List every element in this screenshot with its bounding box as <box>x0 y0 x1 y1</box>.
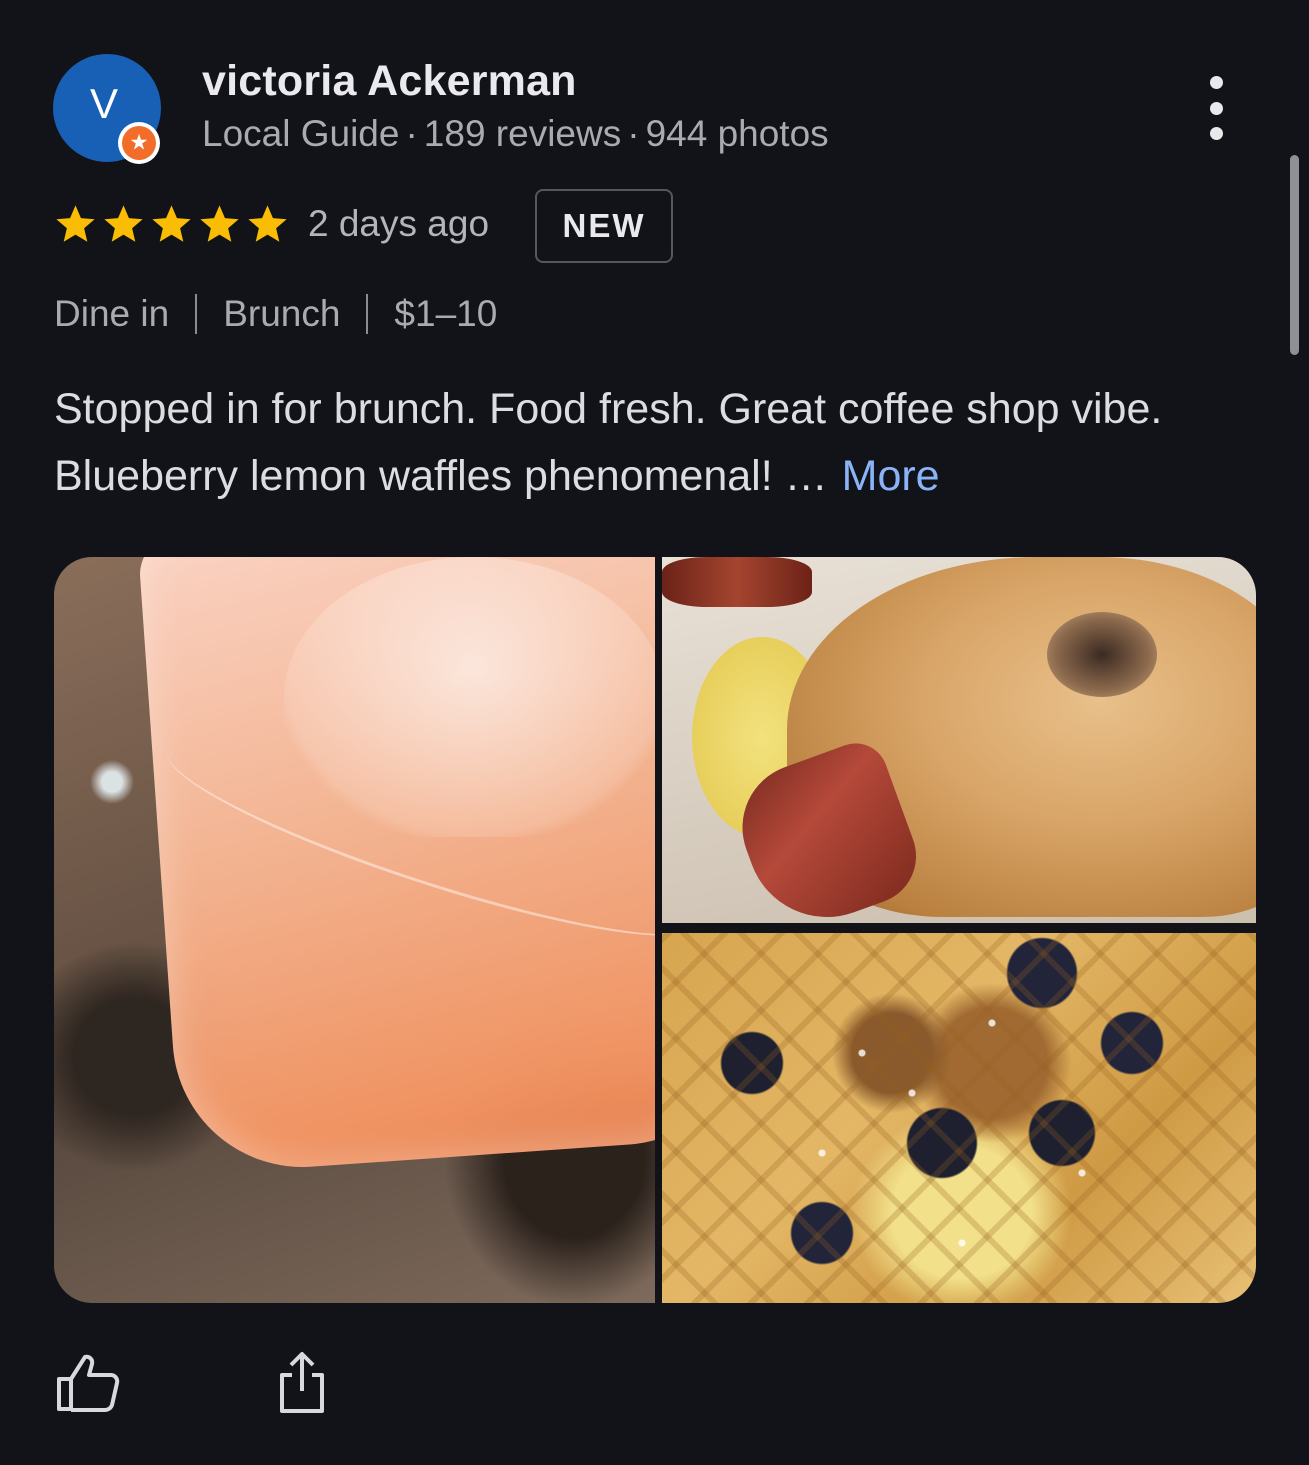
scrollbar[interactable] <box>1290 155 1299 355</box>
local-guide-badge-icon <box>118 122 160 164</box>
star-icon <box>152 205 191 242</box>
review-text-block: Stopped in for brunch. Food fresh. Great… <box>54 376 1234 510</box>
review-time: 2 days ago <box>308 203 490 244</box>
reviewer-review-count: 189 reviews <box>423 113 622 154</box>
powdered-sugar <box>662 933 1256 1303</box>
star-icon <box>104 205 143 242</box>
star-icon <box>248 205 287 242</box>
reviewer-meta: Local Guide · 189 reviews · 944 photos <box>202 113 829 155</box>
review-tags: Dine in Brunch $1–10 <box>54 293 497 335</box>
more-link[interactable]: More <box>842 452 940 500</box>
reviewer-name[interactable]: victoria Ackerman <box>202 57 577 106</box>
meta-separator: · <box>405 113 418 154</box>
thumbs-up-icon <box>57 1354 120 1412</box>
tag-price: $1–10 <box>394 293 498 334</box>
photo-divider <box>655 557 662 1303</box>
tag-divider <box>366 294 369 334</box>
star-icon <box>200 205 239 242</box>
photo-drink[interactable] <box>54 557 655 1303</box>
meta-separator: · <box>627 113 640 154</box>
star-rating <box>53 202 290 247</box>
reviewer-level: Local Guide <box>202 113 400 154</box>
star-icon <box>56 205 95 242</box>
bagel-hole <box>1047 612 1157 697</box>
photo-grid <box>54 557 1256 1303</box>
reviewer-photo-count: 944 photos <box>645 113 829 154</box>
review-text: Stopped in for brunch. Food fresh. Great… <box>54 385 1163 500</box>
avatar-letter: V <box>89 80 118 127</box>
share-button[interactable] <box>266 1345 338 1421</box>
vertical-dots-icon-dot <box>1209 127 1223 140</box>
more-options-button[interactable] <box>1190 76 1242 140</box>
tag-meal: Brunch <box>223 293 341 334</box>
tag-dine-in: Dine in <box>54 293 170 334</box>
photo-bagel[interactable] <box>662 557 1256 923</box>
photo-divider <box>662 923 1256 933</box>
vertical-dots-icon-dot <box>1209 101 1223 115</box>
bacon <box>662 557 812 607</box>
like-button[interactable] <box>50 1345 126 1421</box>
new-badge: NEW <box>535 189 673 263</box>
tag-divider <box>195 294 198 334</box>
photo-waffle[interactable] <box>662 933 1256 1303</box>
share-icon <box>280 1352 324 1413</box>
vertical-dots-icon <box>1209 76 1223 89</box>
